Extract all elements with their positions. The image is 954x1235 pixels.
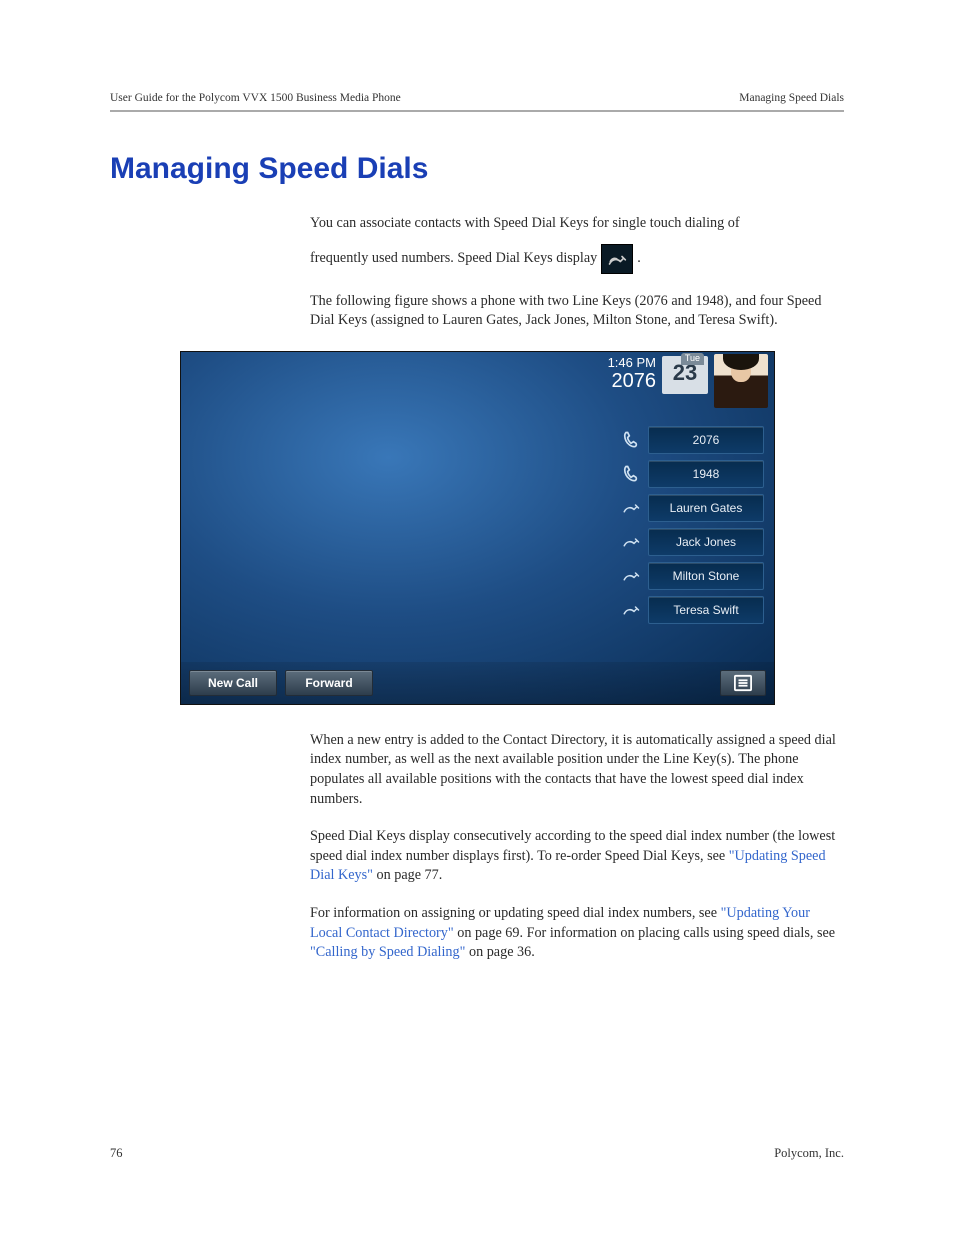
p1-line2b: . — [637, 249, 641, 269]
page-footer: 76 Polycom, Inc. — [110, 1146, 844, 1161]
p5-text-b: on page 69. For information on placing c… — [454, 925, 835, 941]
phone-selfview-thumb[interactable] — [714, 354, 768, 408]
phone-time: 1:46 PM — [608, 356, 656, 370]
p1-line1: You can associate contacts with Speed Di… — [310, 214, 844, 234]
page-title: Managing Speed Dials — [110, 152, 844, 186]
handset-icon — [620, 463, 642, 485]
speed-dial-icon — [620, 497, 642, 519]
softkey-bar: New Call Forward — [181, 662, 774, 704]
company-name: Polycom, Inc. — [774, 1146, 844, 1161]
menu-button[interactable] — [720, 670, 766, 696]
speed-dial-label: Jack Jones — [648, 528, 764, 556]
phone-status-bar: 1:46 PM 2076 Tue 23 — [181, 352, 774, 408]
paragraph-2: The following figure shows a phone with … — [310, 292, 844, 331]
body-section-lower: When a new entry is added to the Contact… — [310, 731, 844, 963]
phone-extension: 2076 — [608, 370, 656, 392]
line-key-label: 2076 — [648, 426, 764, 454]
paragraph-1: You can associate contacts with Speed Di… — [310, 214, 844, 274]
speed-dial-key[interactable]: Jack Jones — [620, 528, 764, 556]
p5-text-a: For information on assigning or updating… — [310, 905, 721, 921]
paragraph-4: Speed Dial Keys display consecutively ac… — [310, 827, 844, 886]
phone-date-widget[interactable]: Tue 23 — [662, 356, 708, 394]
paragraph-3: When a new entry is added to the Contact… — [310, 731, 844, 809]
p5-text-c: on page 36. — [465, 944, 534, 960]
p4-text-b: on page 77. — [373, 867, 442, 883]
line-key-label: 1948 — [648, 460, 764, 488]
page-number: 76 — [110, 1146, 123, 1161]
line-key[interactable]: 2076 — [620, 426, 764, 454]
line-keys-column: 2076 1948 Lauren Gates Jack Jones Milton… — [620, 426, 764, 624]
handset-icon — [620, 429, 642, 451]
phone-screenshot: 1:46 PM 2076 Tue 23 2076 1948 Lauren Gat… — [180, 351, 775, 705]
p1-line2a: frequently used numbers. Speed Dial Keys… — [310, 249, 597, 269]
speed-dial-icon — [620, 565, 642, 587]
speed-dial-label: Lauren Gates — [648, 494, 764, 522]
body-section: You can associate contacts with Speed Di… — [310, 214, 844, 331]
page-header: User Guide for the Polycom VVX 1500 Busi… — [110, 92, 844, 112]
header-left: User Guide for the Polycom VVX 1500 Busi… — [110, 92, 401, 104]
speed-dial-label: Milton Stone — [648, 562, 764, 590]
phone-day: Tue — [681, 353, 704, 365]
speed-dial-label: Teresa Swift — [648, 596, 764, 624]
speed-dial-icon — [601, 244, 633, 274]
speed-dial-key[interactable]: Teresa Swift — [620, 596, 764, 624]
speed-dial-key[interactable]: Milton Stone — [620, 562, 764, 590]
speed-dial-key[interactable]: Lauren Gates — [620, 494, 764, 522]
paragraph-5: For information on assigning or updating… — [310, 904, 844, 963]
calling-by-speed-dialing-link[interactable]: "Calling by Speed Dialing" — [310, 944, 465, 960]
new-call-button[interactable]: New Call — [189, 670, 277, 696]
line-key[interactable]: 1948 — [620, 460, 764, 488]
header-right: Managing Speed Dials — [739, 92, 844, 104]
speed-dial-icon — [620, 599, 642, 621]
forward-button[interactable]: Forward — [285, 670, 373, 696]
speed-dial-icon — [620, 531, 642, 553]
